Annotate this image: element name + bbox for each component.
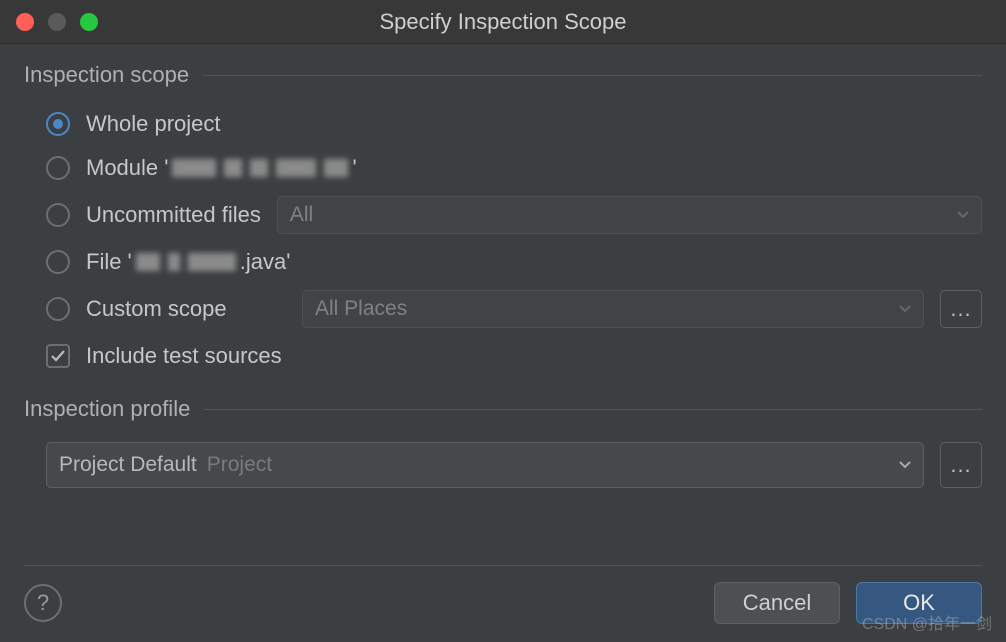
module-radio[interactable] xyxy=(46,156,70,180)
uncommitted-radio[interactable] xyxy=(46,203,70,227)
uncommitted-row[interactable]: Uncommitted files All xyxy=(24,190,982,240)
maximize-window-icon[interactable] xyxy=(80,13,98,31)
profile-combo[interactable]: Project Default Project xyxy=(46,442,924,488)
dialog-content: Inspection scope Whole project Module ' … xyxy=(0,44,1006,512)
include-tests-row[interactable]: Include test sources xyxy=(24,334,982,378)
file-row[interactable]: File ' .java' xyxy=(24,240,982,284)
inspection-profile-legend: Inspection profile xyxy=(24,396,204,422)
whole-project-radio[interactable] xyxy=(46,112,70,136)
inspection-scope-group: Inspection scope Whole project Module ' … xyxy=(24,62,982,388)
profile-combo-hint: Project xyxy=(207,453,272,477)
close-window-icon[interactable] xyxy=(16,13,34,31)
module-row[interactable]: Module ' ' xyxy=(24,146,982,190)
module-label: Module ' ' xyxy=(86,155,357,181)
file-name-redacted xyxy=(136,253,236,271)
module-prefix: Module ' xyxy=(86,155,168,181)
module-suffix: ' xyxy=(352,155,356,181)
titlebar: Specify Inspection Scope xyxy=(0,0,1006,44)
custom-scope-combo-value: All Places xyxy=(315,297,407,321)
profile-row: Project Default Project ... xyxy=(24,436,982,494)
chevron-down-icon xyxy=(899,461,911,469)
profile-browse-button[interactable]: ... xyxy=(940,442,982,488)
module-name-redacted xyxy=(172,159,348,177)
chevron-down-icon xyxy=(899,305,911,313)
uncommitted-label: Uncommitted files xyxy=(86,202,261,228)
uncommitted-combo-value: All xyxy=(290,203,313,227)
custom-scope-label: Custom scope xyxy=(86,296,286,322)
custom-scope-row[interactable]: Custom scope All Places ... xyxy=(24,284,982,334)
profile-combo-value: Project Default xyxy=(59,453,197,477)
file-label: File ' .java' xyxy=(86,249,290,275)
ok-button[interactable]: OK xyxy=(856,582,982,624)
whole-project-row[interactable]: Whole project xyxy=(24,102,982,146)
cancel-button[interactable]: Cancel xyxy=(714,582,840,624)
chevron-down-icon xyxy=(957,211,969,219)
custom-scope-combo[interactable]: All Places xyxy=(302,290,924,328)
window-controls xyxy=(16,13,98,31)
check-icon xyxy=(50,348,66,364)
include-tests-label: Include test sources xyxy=(86,343,282,369)
custom-scope-browse-button[interactable]: ... xyxy=(940,290,982,328)
inspection-scope-legend: Inspection scope xyxy=(24,62,203,88)
uncommitted-combo[interactable]: All xyxy=(277,196,982,234)
dialog-footer: ? Cancel OK xyxy=(24,565,982,624)
include-tests-checkbox[interactable] xyxy=(46,344,70,368)
custom-scope-radio[interactable] xyxy=(46,297,70,321)
help-button[interactable]: ? xyxy=(24,584,62,622)
whole-project-label: Whole project xyxy=(86,111,221,137)
inspection-profile-group: Inspection profile Project Default Proje… xyxy=(24,396,982,504)
minimize-window-icon[interactable] xyxy=(48,13,66,31)
file-suffix: .java' xyxy=(240,249,291,275)
dialog-title: Specify Inspection Scope xyxy=(379,9,626,35)
file-prefix: File ' xyxy=(86,249,132,275)
file-radio[interactable] xyxy=(46,250,70,274)
